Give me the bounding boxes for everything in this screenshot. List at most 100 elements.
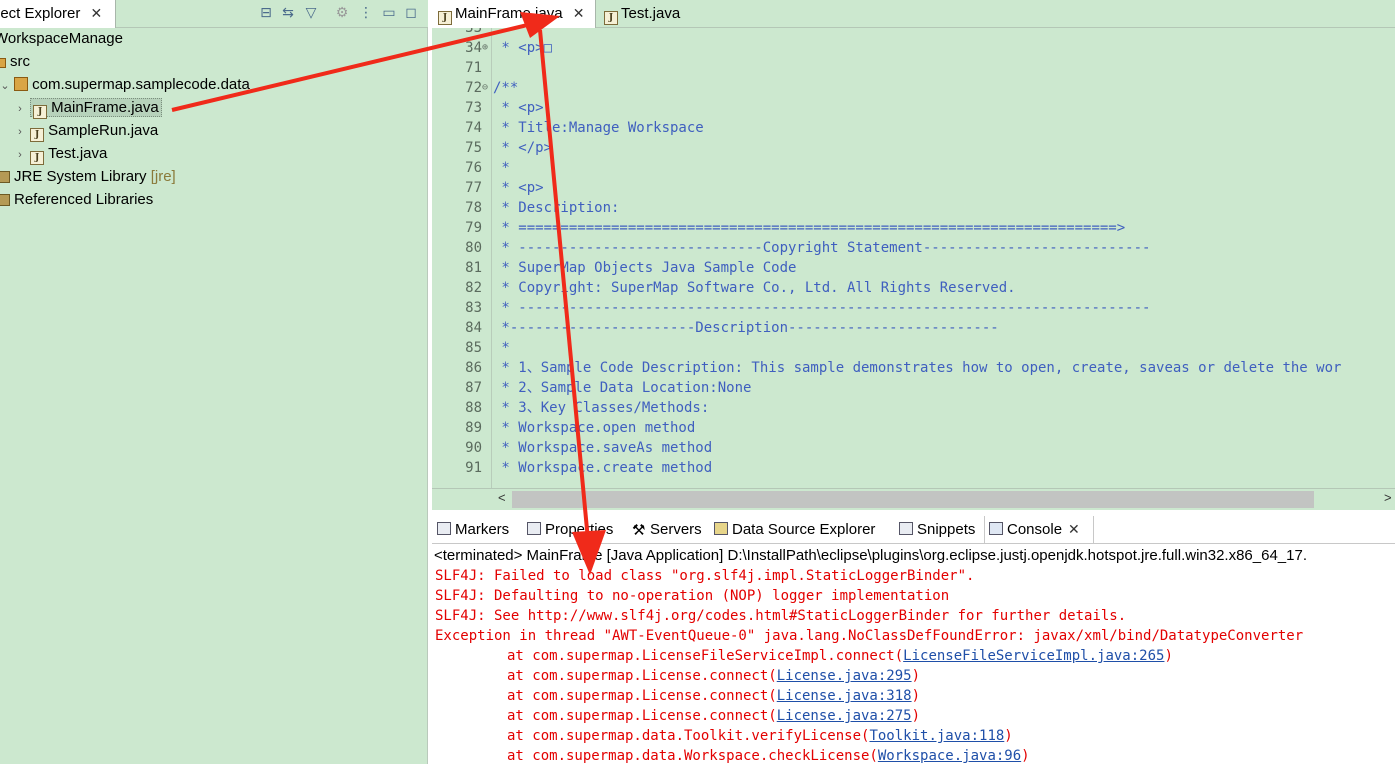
tree-item-label: com.supermap.samplecode.data	[32, 76, 250, 93]
chevron-right-icon[interactable]: ›	[14, 98, 26, 120]
code-line[interactable]: 88 * 3、Key Classes/Methods:	[432, 398, 1395, 418]
filter-icon[interactable]: ▽	[303, 3, 319, 21]
stack-trace-line: at com.supermap.data.Toolkit.verifyLicen…	[435, 726, 1395, 746]
stack-trace-line: at com.supermap.License.connect(License.…	[435, 706, 1395, 726]
tab-label: Servers	[650, 521, 702, 538]
tree-item-package[interactable]: ⌄ com.supermap.samplecode.data	[0, 74, 250, 97]
fold-toggle-icon[interactable]: ⊖	[482, 78, 491, 98]
code-line[interactable]: 79 * ===================================…	[432, 218, 1395, 238]
tab-mainframe-java[interactable]: J MainFrame.java ✕	[432, 0, 596, 28]
stack-frame-close: )	[911, 668, 921, 684]
scrollbar-thumb[interactable]	[512, 491, 1314, 508]
line-number: 34	[465, 40, 482, 56]
tree-item-referenced-libraries[interactable]: Referenced Libraries	[0, 189, 153, 211]
tree-item-jre[interactable]: JRE System Library [jre]	[0, 166, 176, 188]
minimize-icon[interactable]: ▭	[381, 3, 397, 21]
code-line[interactable]: 77 * <p>	[432, 178, 1395, 198]
chevron-right-icon[interactable]: ›	[14, 144, 26, 166]
line-number: 76	[465, 160, 482, 176]
scroll-right-icon[interactable]: >	[1384, 490, 1392, 505]
tree-item-mainframe[interactable]: › J MainFrame.java	[14, 97, 162, 119]
code-line[interactable]: 34 ⊕ * <p>□	[432, 38, 1395, 58]
selected-item-highlight: J MainFrame.java	[30, 98, 162, 119]
tree-item-label: src	[10, 53, 30, 70]
tree-item-project[interactable]: WorkspaceManage	[0, 28, 123, 50]
console-line: SLF4J: Defaulting to no-operation (NOP) …	[435, 588, 950, 604]
line-number: 33	[465, 28, 482, 36]
source-link[interactable]: License.java:275	[777, 708, 912, 724]
tab-test-java[interactable]: J Test.java	[598, 0, 680, 28]
code-line[interactable]: 82 * Copyright: SuperMap Software Co., L…	[432, 278, 1395, 298]
tab-label: Snippets	[917, 521, 976, 538]
tab-project-explorer[interactable]: ject Explorer ✕	[0, 0, 116, 28]
close-icon[interactable]: ✕	[1068, 521, 1080, 538]
tab-servers[interactable]: ⚒ Servers	[632, 521, 702, 541]
code-text: * 1、Sample Code Description: This sample…	[493, 360, 1342, 376]
code-line[interactable]: 76 *	[432, 158, 1395, 178]
console-tab-bar: Markers Properties ⚒ Servers Data Source …	[432, 516, 1395, 544]
line-number: 86	[465, 360, 482, 376]
line-number: 82	[465, 280, 482, 296]
line-number: 72	[465, 80, 482, 96]
code-line[interactable]: 75 * </p>	[432, 138, 1395, 158]
tree-item-label: WorkspaceManage	[0, 30, 123, 47]
tab-snippets[interactable]: Snippets	[899, 521, 975, 541]
code-line[interactable]: 83 * -----------------------------------…	[432, 298, 1395, 318]
code-text: *	[493, 160, 510, 176]
tab-data-source-explorer[interactable]: Data Source Explorer	[714, 521, 875, 541]
code-line[interactable]: 80 * -----------------------------Copyri…	[432, 238, 1395, 258]
code-line[interactable]: 90 * Workspace.saveAs method	[432, 438, 1395, 458]
line-number: 77	[465, 180, 482, 196]
collapse-all-icon[interactable]: ⊟	[258, 3, 274, 21]
tab-label: Test.java	[621, 5, 681, 22]
source-link[interactable]: License.java:318	[777, 688, 912, 704]
code-line[interactable]: 72 ⊖/**	[432, 78, 1395, 98]
tab-label: Properties	[545, 521, 614, 538]
tab-properties[interactable]: Properties	[527, 521, 613, 541]
source-link[interactable]: LicenseFileServiceImpl.java:265	[903, 648, 1164, 664]
scroll-left-icon[interactable]: <	[498, 490, 506, 505]
horizontal-scrollbar[interactable]: < >	[432, 488, 1395, 510]
code-line[interactable]: 73 * <p>	[432, 98, 1395, 118]
console-output[interactable]: SLF4J: Failed to load class "org.slf4j.i…	[435, 566, 1395, 764]
tree-item-label: Referenced Libraries	[14, 191, 154, 208]
stack-frame-close: )	[1004, 728, 1013, 744]
source-link[interactable]: License.java:295	[777, 668, 912, 684]
chevron-down-icon[interactable]: ⌄	[0, 75, 10, 97]
code-line[interactable]: 91 * Workspace.create method	[432, 458, 1395, 478]
view-menu-icon[interactable]: ⋮	[358, 3, 374, 21]
code-line[interactable]: 85 *	[432, 338, 1395, 358]
code-text: * Workspace.saveAs method	[493, 440, 713, 456]
tree-item-test[interactable]: › J Test.java	[14, 143, 107, 165]
tree-item-suffix: [jre]	[150, 168, 176, 185]
line-number: 84	[465, 320, 482, 336]
code-line[interactable]: 87 * 2、Sample Data Location:None	[432, 378, 1395, 398]
tab-markers[interactable]: Markers	[437, 521, 509, 541]
chevron-right-icon[interactable]: ›	[14, 121, 26, 143]
code-area[interactable]: 33 34 ⊕ * <p>□ 71 72 ⊖/** 73 * <p> 74 * Title:M…	[432, 28, 1395, 488]
code-line[interactable]: 74 * Title:Manage Workspace	[432, 118, 1395, 138]
explorer-toolbar: ⊟ ⇆ ▽ ⚙ ⋮ ▭ ◻	[256, 3, 426, 23]
maximize-icon[interactable]: ◻	[403, 3, 419, 21]
code-line[interactable]: 89 * Workspace.open method	[432, 418, 1395, 438]
tree-item-src[interactable]: src	[0, 51, 30, 73]
code-line[interactable]: 81 * SuperMap Objects Java Sample Code	[432, 258, 1395, 278]
close-icon[interactable]: ✕	[573, 5, 585, 22]
tree-item-samplerun[interactable]: › J SampleRun.java	[14, 120, 158, 142]
code-line[interactable]: 71	[432, 58, 1395, 78]
line-number: 79	[465, 220, 482, 236]
code-text: *	[493, 340, 510, 356]
code-text: * 2、Sample Data Location:None	[493, 380, 752, 396]
source-link[interactable]: Workspace.java:96	[878, 748, 1021, 764]
line-number: 91	[465, 460, 482, 476]
focus-icon[interactable]: ⚙	[334, 3, 350, 21]
link-with-editor-icon[interactable]: ⇆	[280, 3, 296, 21]
tab-console[interactable]: Console ✕	[989, 521, 1080, 541]
close-icon[interactable]: ✕	[91, 5, 103, 22]
code-line[interactable]: 86 * 1、Sample Code Description: This sam…	[432, 358, 1395, 378]
code-line[interactable]: 33	[432, 28, 1395, 38]
source-link[interactable]: Toolkit.java:118	[869, 728, 1004, 744]
code-line[interactable]: 84 *----------------------Description---…	[432, 318, 1395, 338]
fold-toggle-icon[interactable]: ⊕	[482, 38, 491, 58]
code-line[interactable]: 78 * Description:	[432, 198, 1395, 218]
